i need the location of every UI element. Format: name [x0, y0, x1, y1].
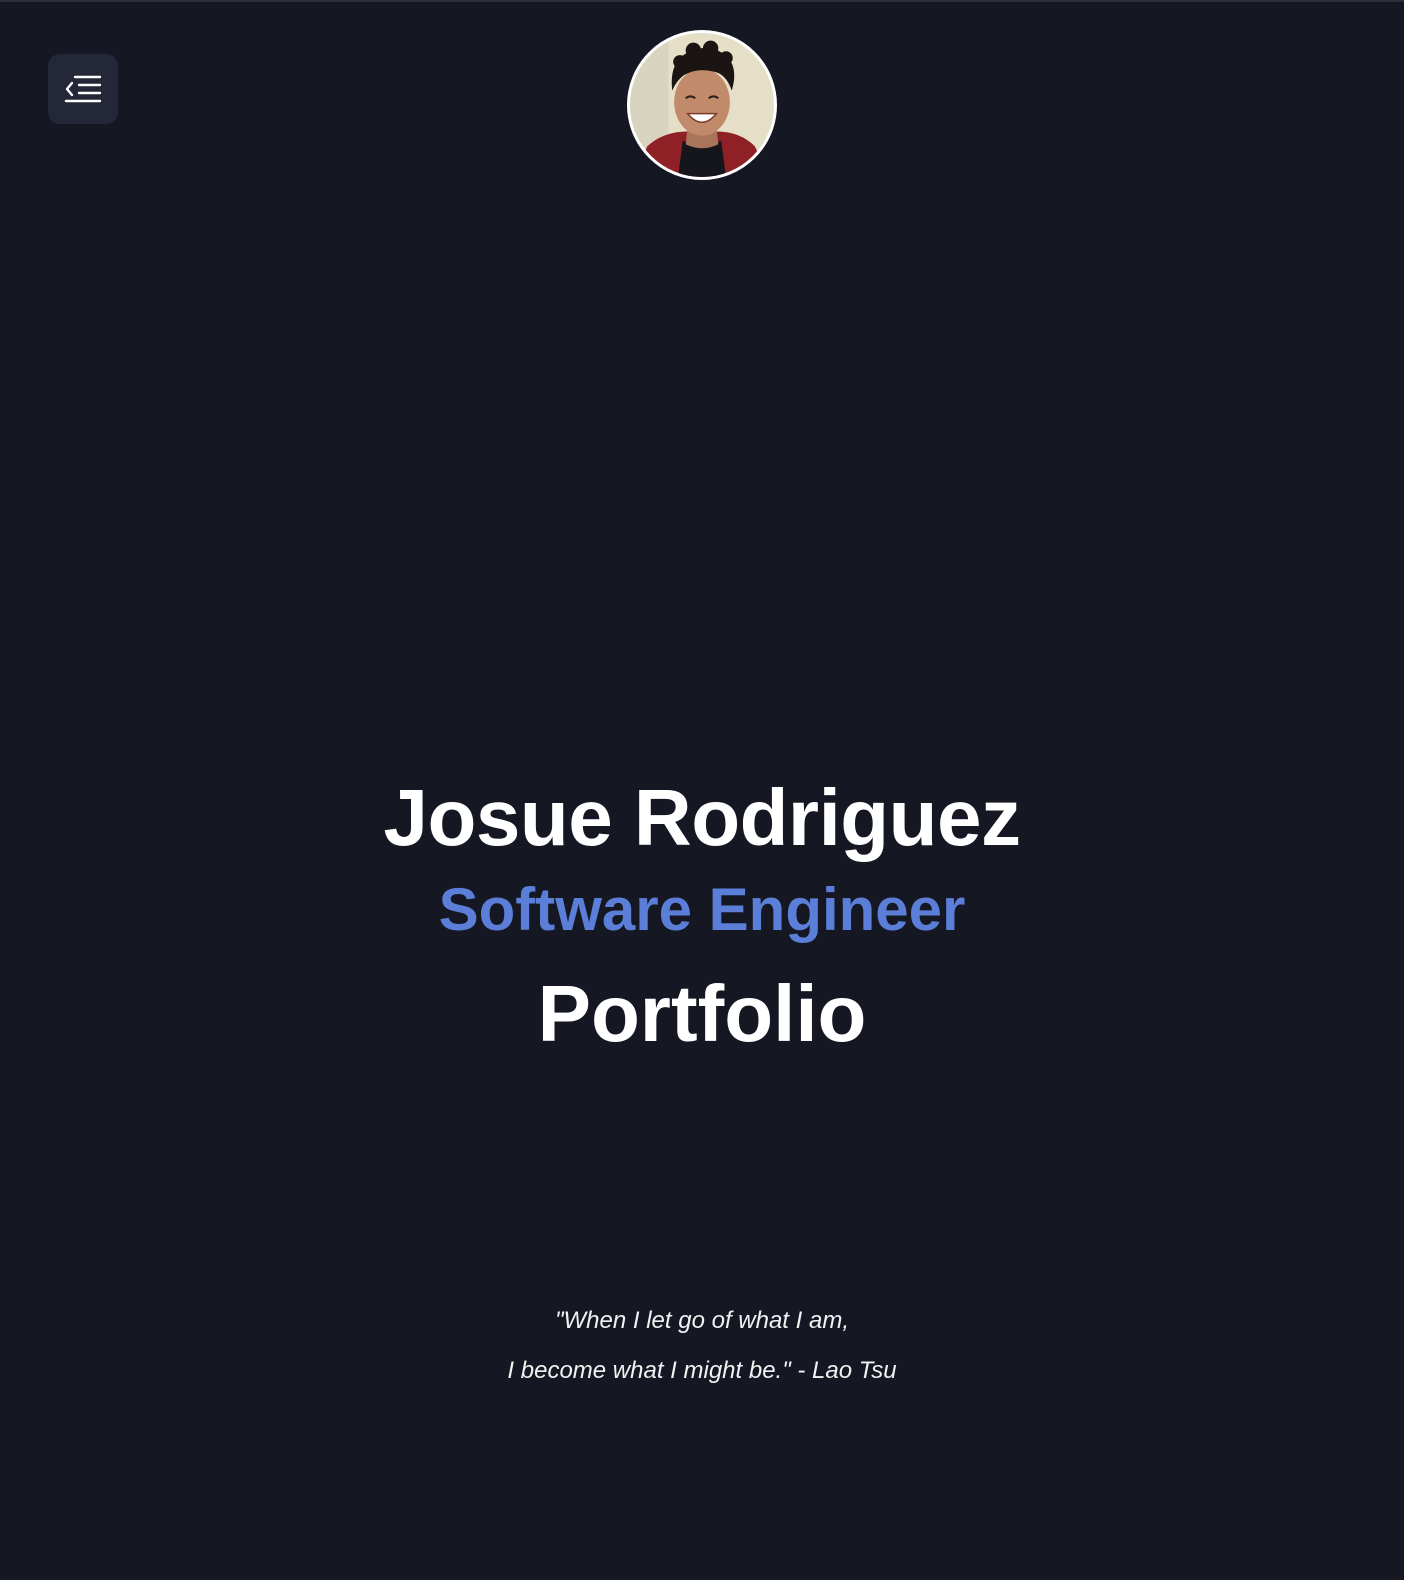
- hero-section: Josue Rodriguez Software Engineer Portfo…: [0, 770, 1404, 1062]
- role-subtitle: Software Engineer: [438, 876, 966, 943]
- avatar: [627, 30, 777, 180]
- quote-block: "When I let go of what I am, I become wh…: [0, 1296, 1404, 1396]
- menu-button[interactable]: [48, 54, 118, 124]
- quote-line-2: I become what I might be." - Lao Tsu: [507, 1357, 897, 1384]
- quote-line-1: "When I let go of what I am,: [555, 1307, 849, 1334]
- top-border: [0, 0, 1404, 2]
- menu-collapse-icon: [63, 72, 103, 106]
- name-heading: Josue Rodriguez: [383, 773, 1021, 862]
- portfolio-title: Portfolio: [537, 969, 867, 1058]
